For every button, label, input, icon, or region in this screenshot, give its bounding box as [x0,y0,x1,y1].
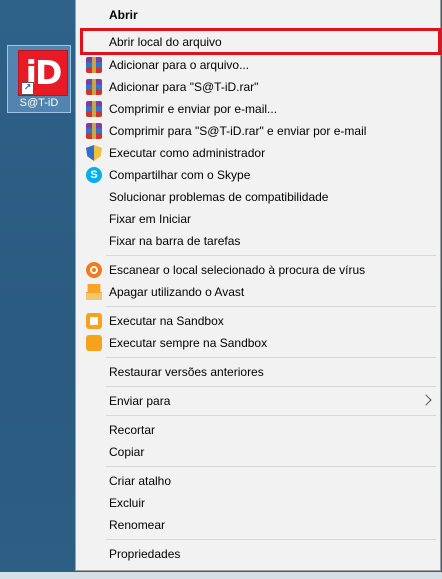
skype-icon: S [86,167,102,183]
menu-item-label: Copiar [109,445,145,459]
menu-item-copiar[interactable]: Copiar [76,441,440,463]
taskbar-edge [0,572,442,579]
menu-item-fixar-iniciar[interactable]: Fixar em Iniciar [76,208,440,230]
menu-item-solucionar-compatibilidade[interactable]: Solucionar problemas de compatibilidade [76,186,440,208]
avast-scan-icon [86,262,102,278]
menu-item-label: Recortar [109,423,156,437]
menu-separator [106,386,436,387]
menu-item-label: Propriedades [109,547,181,561]
menu-item-label: Adicionar para "S@T-iD.rar" [109,80,259,94]
menu-item-label: Executar na Sandbox [109,314,224,328]
menu-item-adicionar-arquivo[interactable]: Adicionar para o arquivo... [76,54,440,76]
menu-item-label: Fixar na barra de tarefas [109,234,241,248]
sandbox-icon [86,313,102,329]
menu-item-fixar-barra-tarefas[interactable]: Fixar na barra de tarefas [76,230,440,252]
menu-item-label: Excluir [109,496,146,510]
menu-item-executar-sempre-sandbox[interactable]: Executar sempre na Sandbox [76,332,440,354]
menu-item-comprimir-rar-email[interactable]: Comprimir para "S@T-iD.rar" e enviar por… [76,120,440,142]
menu-item-label: Abrir [109,8,138,22]
menu-item-enviar-para[interactable]: Enviar para [76,390,440,412]
menu-item-label: Solucionar problemas de compatibilidade [109,190,329,204]
shortcut-arrow-icon: ↗ [21,82,34,95]
menu-item-criar-atalho[interactable]: Criar atalho [76,470,440,492]
menu-item-adicionar-rar[interactable]: Adicionar para "S@T-iD.rar" [76,76,440,98]
menu-item-propriedades[interactable]: Propriedades [76,543,440,565]
menu-separator [106,466,436,467]
context-menu: Abrir Abrir local do arquivo Adicionar p… [75,0,441,571]
chevron-right-icon [420,394,432,406]
winrar-icon [86,123,102,139]
winrar-icon [86,101,102,117]
menu-separator [106,539,436,540]
menu-item-recortar[interactable]: Recortar [76,419,440,441]
menu-item-label: Restaurar versões anteriores [109,365,264,379]
menu-item-label: Renomear [109,518,166,532]
menu-item-label: Apagar utilizando o Avast [109,285,245,299]
menu-item-executar-admin[interactable]: Executar como administrador [76,142,440,164]
menu-item-label: Comprimir para "S@T-iD.rar" e enviar por… [109,124,367,138]
menu-item-label: Comprimir e enviar por e-mail... [109,102,278,116]
menu-item-executar-sandbox[interactable]: Executar na Sandbox [76,310,440,332]
uac-shield-icon [86,145,102,161]
menu-item-abrir[interactable]: Abrir [76,4,440,26]
avast-shredder-icon [86,284,102,300]
menu-item-label: Compartilhar com o Skype [109,168,251,182]
highlight-box [80,28,441,55]
menu-item-label: Fixar em Iniciar [109,212,192,226]
winrar-icon [86,79,102,95]
menu-item-apagar-avast[interactable]: Apagar utilizando o Avast [76,281,440,303]
menu-item-restaurar-versoes[interactable]: Restaurar versões anteriores [76,361,440,383]
menu-item-label: Executar como administrador [109,146,266,160]
menu-item-label: Escanear o local selecionado à procura d… [109,263,366,277]
menu-separator [106,415,436,416]
menu-item-renomear[interactable]: Renomear [76,514,440,536]
menu-separator [106,255,436,256]
menu-item-excluir[interactable]: Excluir [76,492,440,514]
menu-item-label: Enviar para [109,394,171,408]
menu-item-label: Adicionar para o arquivo... [109,58,250,72]
menu-item-escanear-virus[interactable]: Escanear o local selecionado à procura d… [76,259,440,281]
menu-item-label: Criar atalho [109,474,172,488]
desktop-shortcut-sat-id[interactable]: iD ↗ S@T-iD [7,45,71,113]
sandbox-always-icon [86,335,102,351]
menu-separator [106,306,436,307]
menu-item-compartilhar-skype[interactable]: S Compartilhar com o Skype [76,164,440,186]
menu-item-comprimir-email[interactable]: Comprimir e enviar por e-mail... [76,98,440,120]
menu-item-label: Executar sempre na Sandbox [109,336,268,350]
desktop-icon-label: S@T-iD [19,97,59,109]
menu-separator [106,357,436,358]
winrar-icon [86,57,102,73]
